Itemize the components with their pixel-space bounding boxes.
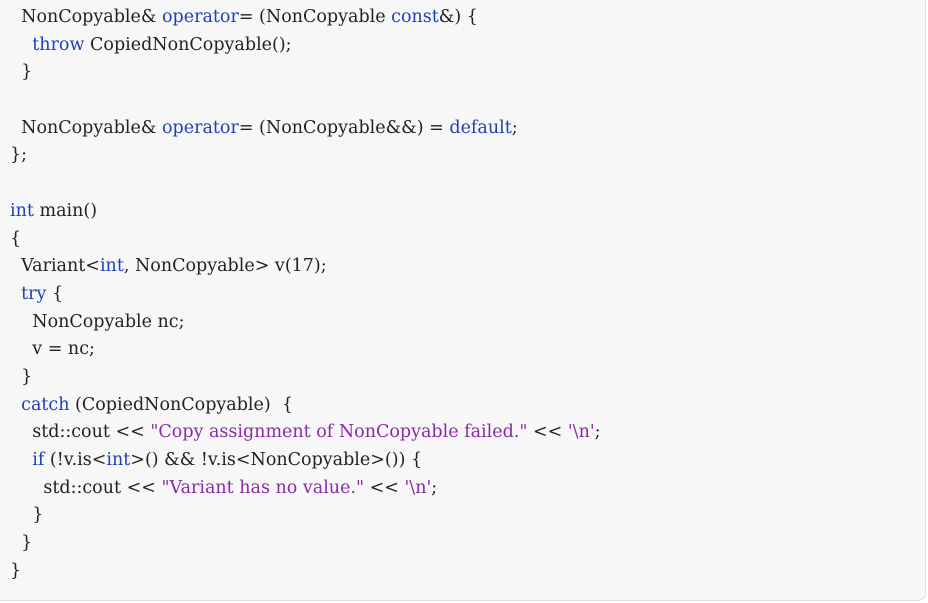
code-string: '\n'	[567, 422, 595, 443]
code-line: throw CopiedNonCopyable();	[10, 32, 601, 60]
code-keyword: throw	[32, 34, 85, 55]
code-token: <<	[364, 477, 405, 498]
code-line: v = nc;	[10, 336, 601, 364]
code-token: }	[10, 505, 44, 526]
code-string: "Copy assignment of NonCopyable failed."	[150, 422, 528, 443]
code-token: Variant<	[10, 256, 100, 277]
code-line: int main()	[10, 198, 601, 226]
code-token: }	[10, 62, 33, 83]
code-line: }	[10, 59, 601, 87]
code-line: }	[10, 364, 601, 392]
code-token: NonCopyable&	[10, 117, 162, 138]
code-token: = (NonCopyable	[238, 7, 392, 27]
code-line: catch (CopiedNonCopyable) {	[10, 392, 601, 420]
code-line: NonCopyable& operator= (NonCopyable&&) =…	[10, 115, 601, 143]
code-token: = (NonCopyable&&) =	[238, 117, 450, 138]
code-token: }	[10, 560, 22, 581]
code-token: (CopiedNonCopyable) {	[69, 394, 293, 415]
code-token: <<	[527, 422, 568, 443]
code-keyword: operator	[162, 117, 239, 138]
code-string: "Variant has no value."	[161, 477, 365, 498]
code-keyword: const	[391, 7, 439, 27]
code-token: (!v.is<	[44, 450, 107, 470]
code-string: '\n'	[404, 477, 432, 498]
code-keyword: operator	[162, 7, 239, 27]
code-line: NonCopyable nc;	[10, 309, 601, 337]
code-token: {	[46, 283, 64, 304]
code-keyword: try	[21, 283, 47, 304]
code-keyword: if	[32, 450, 45, 470]
code-token: &) {	[438, 7, 478, 27]
code-line: }	[10, 558, 601, 586]
code-line: }	[10, 502, 601, 530]
code-token: >() && !v.is<NonCopyable>()) {	[130, 450, 423, 470]
code-line: std::cout << "Copy assignment of NonCopy…	[10, 419, 601, 447]
code-token: main()	[33, 200, 98, 221]
code-keyword: int	[99, 256, 124, 277]
code-line: try {	[10, 281, 601, 309]
code-line: std::cout << "Variant has no value." << …	[10, 475, 601, 503]
code-token: std::cout <<	[10, 422, 151, 443]
code-token: std::cout <<	[10, 477, 162, 498]
code-token: };	[10, 145, 28, 166]
code-keyword: int	[106, 450, 131, 470]
code-token: {	[10, 228, 22, 249]
code-keyword: default	[449, 117, 512, 138]
code-line: NonCopyable& operator= (NonCopyable cons…	[10, 4, 601, 32]
code-token: NonCopyable nc;	[10, 311, 185, 332]
code-token: ;	[511, 117, 518, 138]
code-line: {	[10, 226, 601, 254]
code-token: }	[10, 533, 33, 554]
code-token: NonCopyable&	[10, 7, 162, 27]
code-line: if (!v.is<int>() && !v.is<NonCopyable>()…	[10, 447, 601, 475]
code-listing: NonCopyable& operator= (NonCopyable cons…	[10, 4, 601, 585]
code-token: v = nc;	[10, 339, 95, 360]
code-token: }	[10, 366, 33, 387]
code-line: };	[10, 142, 601, 170]
code-keyword: catch	[21, 394, 70, 415]
code-token: ;	[431, 477, 438, 498]
code-line: Variant<int, NonCopyable> v(17);	[10, 253, 601, 281]
code-line: }	[10, 530, 601, 558]
code-block: NonCopyable& operator= (NonCopyable cons…	[0, 0, 926, 601]
code-token: ;	[594, 422, 601, 443]
code-token: , NonCopyable> v(17);	[123, 256, 327, 277]
code-keyword: int	[10, 200, 34, 221]
code-token: CopiedNonCopyable();	[84, 34, 292, 55]
